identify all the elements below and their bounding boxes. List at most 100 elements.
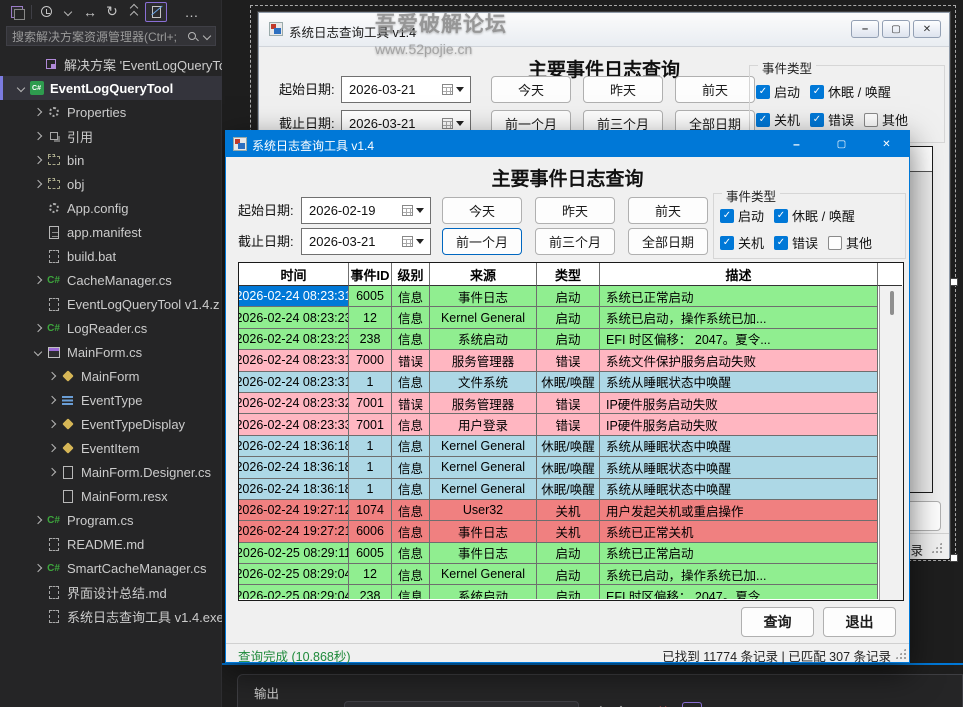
table-cell[interactable]: 2026-02-24 08:23:32 [239, 393, 349, 414]
table-cell[interactable]: 2026-02-24 08:23:31 [239, 372, 349, 393]
table-cell[interactable]: 错误 [392, 393, 430, 414]
table-cell[interactable]: 信息 [392, 543, 430, 564]
collapse-all-icon[interactable] [123, 2, 145, 22]
table-cell[interactable]: 2026-02-24 08:23:23 [239, 307, 349, 328]
table-cell[interactable]: 信息 [392, 479, 430, 500]
tree-item[interactable]: LogReader.cs [0, 316, 222, 340]
resize-grip[interactable] [931, 542, 942, 553]
table-cell[interactable]: 2026-02-24 08:23:23 [239, 329, 349, 350]
clear-output-icon[interactable] [658, 703, 668, 707]
tree-item[interactable]: SmartCacheManager.cs [0, 556, 222, 580]
table-row[interactable]: 2026-02-25 08:29:0412信息Kernel General启动系… [239, 564, 878, 585]
table-cell[interactable]: 2026-02-25 08:29:11 [239, 543, 349, 564]
button-前一个月[interactable]: 前一个月 [442, 228, 522, 255]
column-header-描述[interactable]: 描述 [600, 263, 878, 286]
table-cell[interactable]: Kernel General [430, 307, 537, 328]
table-cell[interactable]: 事件日志 [430, 521, 537, 542]
table-row[interactable]: 2026-02-24 08:23:316005信息事件日志启动系统已正常启动 [239, 286, 878, 307]
table-cell[interactable]: EFI 时区偏移： 2047。夏令... [600, 585, 878, 599]
button-前天[interactable]: 前天 [628, 197, 708, 224]
tree-item[interactable]: MainForm [0, 364, 222, 388]
table-cell[interactable]: 2026-02-24 18:36:18 [239, 479, 349, 500]
table-row[interactable]: 2026-02-24 08:23:23238信息系统启动启动EFI 时区偏移： … [239, 329, 878, 350]
table-row[interactable]: 2026-02-24 08:23:327001错误服务管理器错误IP硬件服务启动… [239, 393, 878, 414]
checkbox-启动[interactable]: 启动 [756, 82, 802, 101]
table-cell[interactable]: 信息 [392, 436, 430, 457]
button-前三个月[interactable]: 前三个月 [535, 228, 615, 255]
start-date-picker[interactable]: 2026-03-21 [341, 76, 471, 103]
table-cell[interactable]: EFI 时区偏移： 2047。夏令... [600, 329, 878, 350]
tree-item[interactable]: MainForm.resx [0, 484, 222, 508]
table-cell[interactable]: 系统从睡眠状态中唤醒 [600, 436, 878, 457]
table-cell[interactable]: 系统已启动，操作系统已加... [600, 564, 878, 585]
app-titlebar[interactable]: 系统日志查询工具 v1.4 [226, 131, 909, 157]
table-cell[interactable]: 2026-02-24 18:36:18 [239, 436, 349, 457]
maximize-button[interactable] [819, 131, 864, 157]
minimize-button[interactable] [851, 20, 879, 38]
table-cell[interactable]: 启动 [537, 307, 600, 328]
table-cell[interactable]: 启动 [537, 564, 600, 585]
table-row[interactable]: 2026-02-24 08:23:337001信息用户登录错误IP硬件服务启动失… [239, 414, 878, 435]
tree-item[interactable]: build.bat [0, 244, 222, 268]
chevron-down-icon[interactable] [31, 349, 45, 355]
table-cell[interactable]: 2026-02-24 08:23:33 [239, 414, 349, 435]
table-cell[interactable]: 6006 [349, 521, 392, 542]
checkbox-其他[interactable]: 其他 [828, 233, 874, 252]
table-cell[interactable]: Kernel General [430, 457, 537, 478]
table-cell[interactable]: 7001 [349, 393, 392, 414]
tree-item[interactable]: EventItem [0, 436, 222, 460]
chevron-right-icon[interactable] [31, 157, 45, 163]
table-row[interactable]: 2026-02-25 08:29:116005信息事件日志启动系统已正常启动 [239, 543, 878, 564]
checkbox-关机[interactable]: 关机 [720, 233, 766, 252]
button-昨天[interactable]: 昨天 [535, 197, 615, 224]
table-cell[interactable]: 信息 [392, 564, 430, 585]
chevron-down-icon[interactable] [203, 32, 211, 40]
tree-item[interactable]: 引用 [0, 124, 222, 148]
tree-item[interactable]: 界面设计总结.md [0, 580, 222, 604]
table-cell[interactable]: IP硬件服务启动失败 [600, 393, 878, 414]
chevron-right-icon[interactable] [45, 469, 59, 475]
table-cell[interactable]: 2026-02-24 19:27:12 [239, 500, 349, 521]
column-header-时间[interactable]: 时间 [239, 263, 349, 286]
table-cell[interactable]: 6005 [349, 286, 392, 307]
table-cell[interactable]: 服务管理器 [430, 393, 537, 414]
tree-item[interactable]: EventType [0, 388, 222, 412]
designer-resize-handle-corner[interactable] [950, 554, 958, 562]
chevron-right-icon[interactable] [31, 133, 45, 139]
button-前天[interactable]: 前天 [675, 76, 755, 103]
tree-item[interactable]: CacheManager.cs [0, 268, 222, 292]
tree-item[interactable]: MainForm.Designer.cs [0, 460, 222, 484]
tree-item[interactable]: Program.cs [0, 508, 222, 532]
table-cell[interactable]: 信息 [392, 286, 430, 307]
tree-item[interactable]: 系统日志查询工具 v1.4.exe [0, 604, 222, 628]
table-cell[interactable]: 文件系统 [430, 372, 537, 393]
word-wrap-icon[interactable] [682, 702, 702, 707]
table-cell[interactable]: 事件日志 [430, 543, 537, 564]
table-cell[interactable]: 2026-02-25 08:29:04 [239, 564, 349, 585]
button-今天[interactable]: 今天 [442, 197, 522, 224]
chevron-right-icon[interactable] [31, 325, 45, 331]
table-cell[interactable]: 休眠/唤醒 [537, 479, 600, 500]
table-cell[interactable]: 用户登录 [430, 414, 537, 435]
table-cell[interactable]: 信息 [392, 521, 430, 542]
chevron-right-icon[interactable] [31, 517, 45, 523]
column-header-类型[interactable]: 类型 [537, 263, 600, 286]
tree-item[interactable]: bin [0, 148, 222, 172]
table-row[interactable]: 2026-02-24 18:36:181信息Kernel General休眠/唤… [239, 479, 878, 500]
chevron-right-icon[interactable] [31, 565, 45, 571]
chevron-right-icon[interactable] [45, 421, 59, 427]
table-cell[interactable]: 错误 [537, 350, 600, 371]
tree-item[interactable]: EventTypeDisplay [0, 412, 222, 436]
table-cell[interactable]: 238 [349, 585, 392, 599]
minimize-button[interactable] [774, 131, 819, 157]
table-cell[interactable]: IP硬件服务启动失败 [600, 414, 878, 435]
checkbox-错误[interactable]: 错误 [810, 110, 856, 129]
chevron-right-icon[interactable] [31, 277, 45, 283]
table-cell[interactable]: 启动 [537, 543, 600, 564]
table-row[interactable]: 2026-02-24 08:23:2312信息Kernel General启动系… [239, 307, 878, 328]
checkbox-错误[interactable]: 错误 [774, 233, 820, 252]
output-source-dropdown[interactable] [344, 701, 579, 707]
table-cell[interactable]: 错误 [392, 350, 430, 371]
table-cell[interactable]: User32 [430, 500, 537, 521]
tree-item[interactable]: EventLogQueryTool [0, 76, 222, 100]
